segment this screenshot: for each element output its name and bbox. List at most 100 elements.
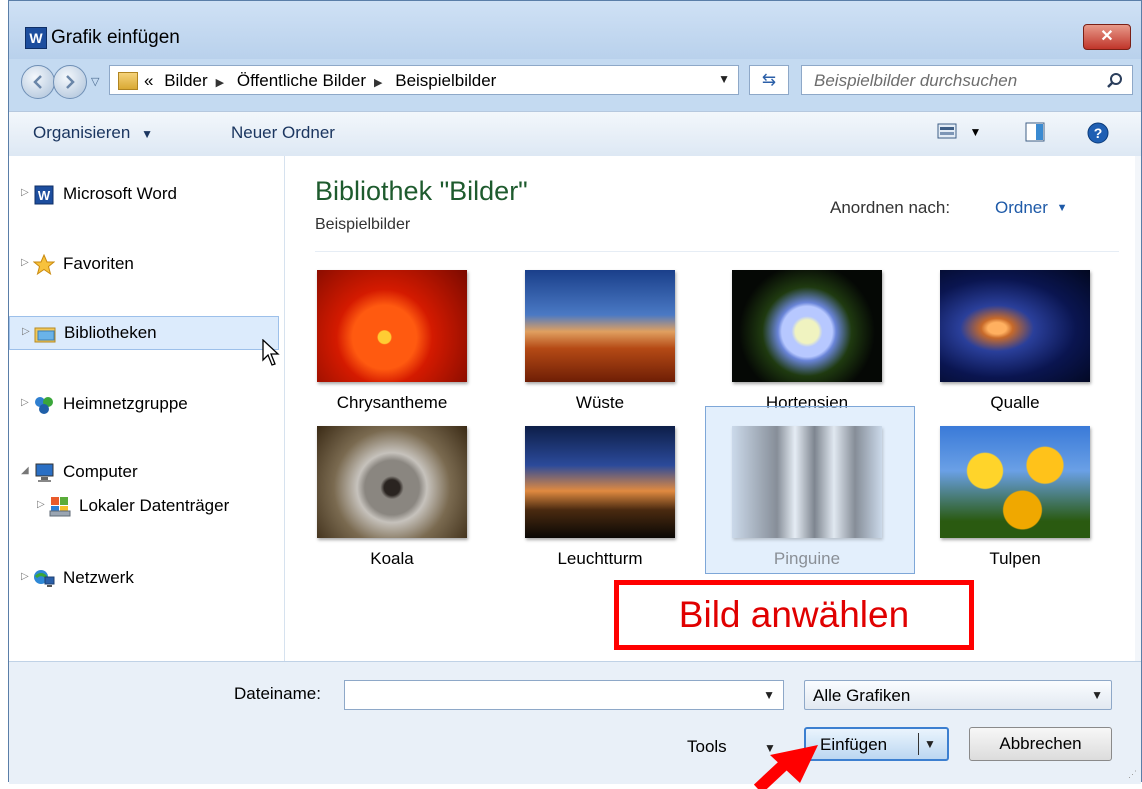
filename-label: Dateiname: bbox=[234, 684, 321, 703]
sidebar-item-label: Netzwerk bbox=[63, 568, 134, 587]
breadcrumb-item-oeffentliche-bilder[interactable]: Öffentliche Bilder bbox=[237, 71, 366, 90]
thumbnail-label: Wüste bbox=[575, 393, 625, 412]
hydrangea-image bbox=[732, 270, 882, 382]
sidebar-item-computer[interactable]: ◢ Computer bbox=[9, 456, 279, 490]
sidebar-item-favoriten[interactable]: ▷ Favoriten bbox=[9, 248, 279, 282]
homegroup-icon bbox=[33, 394, 55, 416]
expand-arrow-icon[interactable]: ▷ bbox=[37, 499, 45, 510]
file-input-panel: Dateiname: ▼ Alle Grafiken ▼ Tools ▼ Ein… bbox=[9, 661, 1141, 784]
expand-arrow-icon[interactable]: ▷ bbox=[21, 187, 29, 198]
insert-label: Einfügen bbox=[820, 735, 888, 754]
drive-icon bbox=[49, 496, 71, 518]
sidebar-item-netzwerk[interactable]: ▷ Netzwerk bbox=[9, 562, 279, 596]
expand-arrow-icon[interactable]: ▷ bbox=[21, 571, 29, 582]
back-button[interactable] bbox=[21, 65, 55, 99]
view-options-button[interactable]: ▼ bbox=[937, 122, 981, 145]
chevron-down-icon: ▼ bbox=[969, 125, 982, 139]
expand-arrow-icon[interactable]: ▷ bbox=[21, 257, 29, 268]
breadcrumb-item-bilder[interactable]: Bilder bbox=[164, 71, 207, 90]
svg-text:?: ? bbox=[1094, 125, 1103, 141]
sidebar-item-label: Heimnetzgruppe bbox=[63, 394, 188, 413]
file-type-select[interactable]: Alle Grafiken ▼ bbox=[804, 680, 1112, 710]
close-button[interactable]: ✕ bbox=[1083, 24, 1131, 50]
chrysanthemum-image bbox=[317, 270, 467, 382]
refresh-button[interactable]: ⇆ bbox=[749, 65, 789, 95]
word-app-icon: W bbox=[25, 27, 47, 49]
thumbnail-label: Pinguine bbox=[773, 549, 841, 568]
sidebar-item-bibliotheken[interactable]: ▷ Bibliotheken bbox=[9, 316, 279, 350]
thumbnail-label: Koala bbox=[370, 549, 414, 568]
new-folder-button[interactable]: Neuer Ordner bbox=[231, 123, 335, 143]
sidebar-item-label: Computer bbox=[63, 462, 138, 481]
breadcrumb-item-beispielbilder[interactable]: Beispielbilder bbox=[395, 71, 496, 90]
jellyfish-image bbox=[940, 270, 1090, 382]
thumbnail-label: Leuchtturm bbox=[557, 549, 643, 568]
sidebar-item-label: Bibliotheken bbox=[64, 323, 157, 342]
computer-icon bbox=[33, 462, 55, 484]
split-divider bbox=[918, 733, 919, 755]
sidebar-item-heimnetzgruppe[interactable]: ▷ Heimnetzgruppe bbox=[9, 388, 279, 422]
penguins-image bbox=[732, 426, 882, 538]
folder-icon bbox=[118, 72, 138, 90]
navigation-pane: ▷ W Microsoft Word ▷ Favoriten ▷ Bibliot… bbox=[9, 156, 285, 661]
forward-arrow-icon bbox=[66, 75, 75, 89]
filename-input[interactable]: ▼ bbox=[344, 680, 784, 710]
recent-locations-dropdown[interactable]: ▽ bbox=[91, 75, 99, 88]
command-bar: Organisieren ▼ Neuer Ordner ▼ ? bbox=[9, 111, 1141, 157]
annotation-callout: Bild anwählen bbox=[614, 580, 974, 650]
arrange-by-label: Anordnen nach: bbox=[830, 198, 951, 217]
preview-pane-button[interactable] bbox=[1025, 122, 1045, 147]
thumbnail-label: Tulpen bbox=[989, 549, 1041, 568]
resize-grip-icon[interactable]: ⋰ bbox=[1128, 769, 1137, 780]
desert-image bbox=[525, 270, 675, 382]
lighthouse-image bbox=[525, 426, 675, 538]
library-subtitle: Beispielbilder bbox=[315, 216, 411, 233]
file-type-value: Alle Grafiken bbox=[813, 686, 911, 705]
thumbnail-label: Chrysantheme bbox=[336, 393, 448, 412]
arrange-by-dropdown[interactable]: Ordner ▼ bbox=[995, 198, 1068, 218]
tools-button[interactable]: Tools bbox=[687, 737, 727, 757]
breadcrumb-overflow[interactable]: « bbox=[144, 71, 153, 90]
preview-pane-icon bbox=[1025, 122, 1045, 142]
chevron-down-icon[interactable]: ▼ bbox=[763, 688, 775, 702]
thumbnail-label: Qualle bbox=[990, 393, 1040, 412]
breadcrumb-separator-icon[interactable]: ▶ bbox=[216, 77, 224, 89]
help-button[interactable]: ? bbox=[1087, 122, 1109, 149]
library-title: Bibliothek "Bilder" bbox=[315, 176, 528, 206]
word-icon: W bbox=[33, 184, 55, 206]
forward-button[interactable] bbox=[53, 65, 87, 99]
organize-button[interactable]: Organisieren ▼ bbox=[33, 123, 153, 143]
collapse-arrow-icon[interactable]: ◢ bbox=[21, 465, 29, 476]
address-dropdown-icon[interactable]: ▼ bbox=[718, 72, 730, 86]
network-icon bbox=[33, 568, 55, 590]
expand-arrow-icon[interactable]: ▷ bbox=[22, 326, 30, 337]
sidebar-item-microsoft-word[interactable]: ▷ W Microsoft Word bbox=[9, 178, 279, 212]
cancel-button[interactable]: Abbrechen bbox=[969, 727, 1112, 761]
divider bbox=[315, 251, 1119, 252]
search-icon[interactable] bbox=[1106, 72, 1124, 90]
sidebar-item-label: Microsoft Word bbox=[63, 184, 177, 203]
view-icon bbox=[937, 123, 957, 139]
chevron-down-icon: ▼ bbox=[1056, 202, 1068, 214]
expand-arrow-icon[interactable]: ▷ bbox=[21, 397, 29, 408]
chevron-down-icon: ▼ bbox=[141, 127, 153, 141]
libraries-icon bbox=[34, 323, 56, 345]
insert-picture-dialog: W Grafik einfügen ✕ ▽ « Bilder ▶ Öffentli… bbox=[8, 0, 1142, 784]
breadcrumb-separator-icon[interactable]: ▶ bbox=[374, 77, 382, 89]
window-title: Grafik einfügen bbox=[51, 27, 180, 48]
title-bar: W Grafik einfügen ✕ bbox=[9, 1, 1141, 59]
scrollbar[interactable] bbox=[1135, 156, 1141, 661]
chevron-down-icon: ▼ bbox=[1091, 688, 1103, 702]
red-arrow-icon bbox=[753, 745, 818, 789]
koala-image bbox=[317, 426, 467, 538]
navigation-bar: ▽ « Bilder ▶ Öffentliche Bilder ▶ Beispiel… bbox=[9, 61, 1141, 101]
breadcrumb: « Bilder ▶ Öffentliche Bilder ▶ Beispielbi… bbox=[144, 71, 502, 91]
search-input[interactable]: Beispielbilder durchsuchen bbox=[801, 65, 1133, 95]
sidebar-item-label: Favoriten bbox=[63, 254, 134, 273]
address-bar[interactable]: « Bilder ▶ Öffentliche Bilder ▶ Beispielbi… bbox=[109, 65, 739, 95]
chevron-down-icon[interactable]: ▼ bbox=[924, 737, 936, 751]
refresh-icon: ⇆ bbox=[761, 70, 777, 89]
sidebar-item-label: Lokaler Datenträger bbox=[79, 496, 230, 515]
sidebar-item-lokaler-datentraeger[interactable]: ▷ Lokaler Datenträger bbox=[25, 490, 295, 524]
svg-text:W: W bbox=[38, 188, 51, 203]
